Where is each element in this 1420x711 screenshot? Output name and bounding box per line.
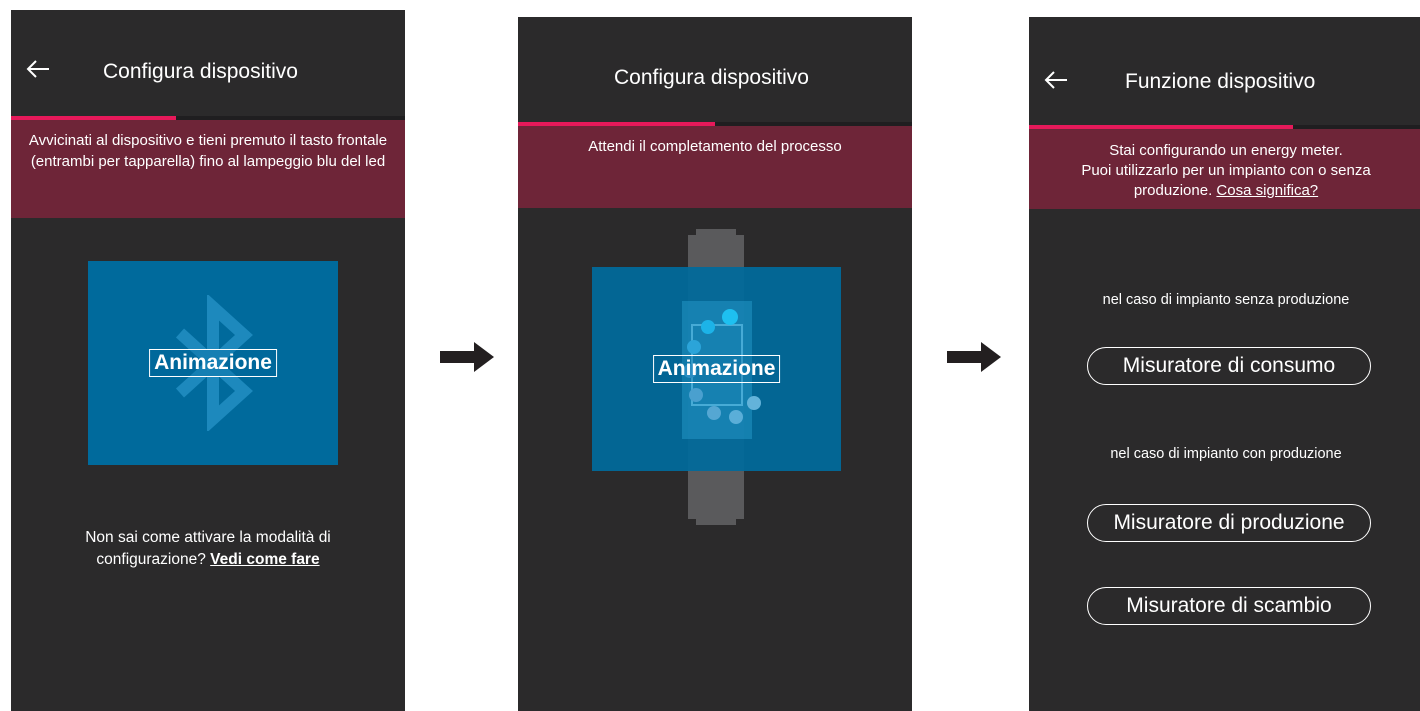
banner-line-2: Puoi utilizzarlo per un impianto con o s…: [1081, 162, 1371, 179]
help-text: Non sai come attivare la modalità di con…: [11, 527, 405, 571]
banner-line-3: produzione. Cosa significa?: [1035, 181, 1417, 201]
section-label-no-production: nel caso di impianto senza produzione: [1102, 292, 1350, 308]
instruction-banner: Avvicinati al dispositivo e tieni premut…: [11, 120, 405, 218]
animation-placeholder: Animazione: [88, 261, 338, 465]
flow-arrow-icon: [440, 342, 494, 372]
page-title: Funzione dispositivo: [1125, 70, 1316, 93]
back-arrow-icon[interactable]: [25, 56, 51, 82]
screen-configure-device-2: Configura dispositivo Attendi il complet…: [518, 17, 912, 711]
banner-line-1: Stai configurando un energy meter.: [1109, 142, 1343, 159]
banner-line-3-text: produzione.: [1133, 182, 1213, 199]
page-title: Configura dispositivo: [103, 60, 298, 83]
consumption-meter-button[interactable]: Misuratore di consumo: [1087, 347, 1371, 385]
header: Configura dispositivo: [518, 17, 912, 123]
what-it-means-link[interactable]: Cosa significa?: [1216, 182, 1318, 199]
flow-arrow-icon: [947, 342, 1001, 372]
page-title: Configura dispositivo: [614, 66, 809, 89]
animation-label: Animazione: [149, 349, 277, 377]
help-line-2: configurazione? Vedi come fare: [11, 549, 405, 571]
animation-label: Animazione: [652, 355, 781, 383]
back-arrow-icon[interactable]: [1043, 67, 1069, 93]
info-banner: Stai configurando un energy meter. Puoi …: [1029, 129, 1420, 209]
instruction-banner: Attendi il completamento del processo: [518, 126, 912, 208]
screen-device-function: Funzione dispositivo Stai configurando u…: [1029, 17, 1420, 711]
header: Configura dispositivo: [11, 10, 405, 116]
help-line-2-text: configurazione?: [96, 551, 206, 568]
see-how-link[interactable]: Vedi come fare: [210, 551, 319, 568]
section-label-with-production: nel caso di impianto con produzione: [1110, 446, 1342, 462]
help-line-1: Non sai come attivare la modalità di: [85, 529, 331, 546]
exchange-meter-button[interactable]: Misuratore di scambio: [1087, 587, 1371, 625]
header: Funzione dispositivo: [1029, 17, 1420, 123]
screen-configure-device-1: Configura dispositivo Avvicinati al disp…: [11, 10, 405, 711]
production-meter-button[interactable]: Misuratore di produzione: [1087, 504, 1371, 542]
animation-placeholder: Animazione: [592, 267, 841, 471]
